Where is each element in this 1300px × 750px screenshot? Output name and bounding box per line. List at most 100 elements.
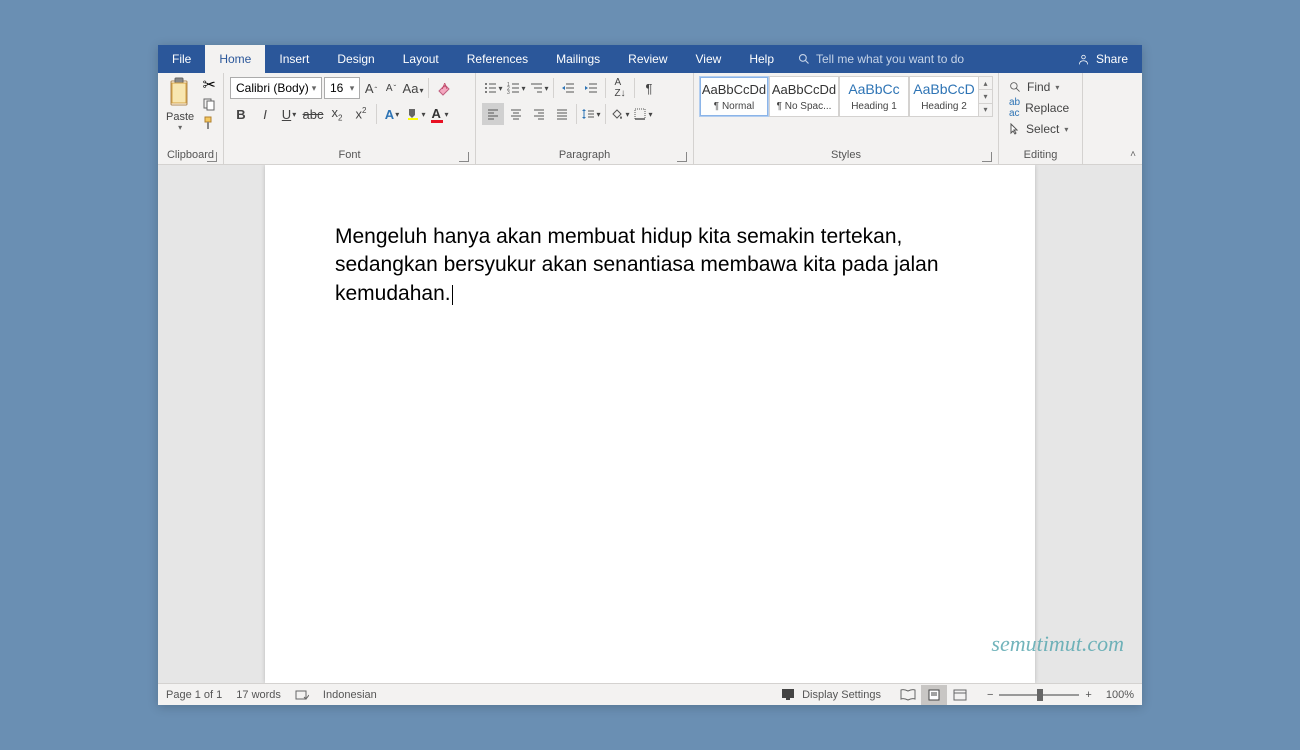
paste-label: Paste [166, 111, 194, 123]
bullets-icon [483, 81, 497, 95]
tab-view[interactable]: View [682, 45, 736, 73]
tab-help[interactable]: Help [735, 45, 788, 73]
grow-font-button[interactable]: Aˆ [362, 77, 380, 99]
style-normal[interactable]: AaBbCcDd¶ Normal [699, 76, 769, 117]
group-font: Calibri (Body)▾ 16▾ Aˆ Aˇ Aa▾ A B I U▾ a… [224, 73, 476, 164]
zoom-level[interactable]: 100% [1106, 689, 1134, 701]
tab-review[interactable]: Review [614, 45, 681, 73]
underline-button[interactable]: U▾ [278, 103, 300, 125]
font-color-button[interactable]: A▾ [429, 103, 451, 125]
copy-icon [202, 97, 216, 111]
multilevel-list-button[interactable]: ▾ [528, 77, 550, 99]
display-icon [781, 688, 797, 702]
align-center-button[interactable] [505, 103, 527, 125]
tab-layout[interactable]: Layout [389, 45, 453, 73]
font-size-combo[interactable]: 16▾ [324, 77, 360, 99]
view-buttons [895, 685, 973, 705]
align-right-button[interactable] [528, 103, 550, 125]
chevron-up-icon[interactable]: ▴ [979, 77, 992, 90]
group-label-font: Font [228, 147, 471, 164]
zoom-in-button[interactable]: + [1085, 689, 1091, 701]
styles-scroll[interactable]: ▴ ▾ ▾ [979, 76, 993, 117]
web-layout-button[interactable] [947, 685, 973, 705]
increase-indent-button[interactable] [580, 77, 602, 99]
styles-gallery[interactable]: AaBbCcDd¶ Normal AaBbCcDd¶ No Spac... Aa… [698, 75, 994, 118]
dialog-launcher-icon[interactable] [207, 152, 217, 162]
underline-icon: U [282, 107, 291, 122]
paste-button[interactable]: Paste ▾ [162, 75, 198, 134]
collapse-ribbon-button[interactable]: ˄ [1130, 149, 1136, 160]
eraser-icon: A [437, 81, 452, 96]
bold-button[interactable]: B [230, 103, 252, 125]
bullets-button[interactable]: ▾ [482, 77, 504, 99]
style-heading1[interactable]: AaBbCcHeading 1 [839, 76, 909, 117]
dialog-launcher-icon[interactable] [677, 152, 687, 162]
italic-button[interactable]: I [254, 103, 276, 125]
numbering-icon: 123 [506, 81, 520, 95]
share-button[interactable]: Share [1063, 45, 1142, 73]
superscript-button[interactable]: x2 [350, 103, 372, 125]
chevron-down-icon: ▾ [309, 83, 319, 94]
tab-references[interactable]: References [453, 45, 542, 73]
subscript-button[interactable]: x2 [326, 103, 348, 125]
ribbon: Paste ▾ ✂ Clipboard Calibri (Body)▾ 16▾ [158, 73, 1142, 165]
status-page[interactable]: Page 1 of 1 [166, 689, 222, 701]
tab-design[interactable]: Design [323, 45, 388, 73]
status-language[interactable]: Indonesian [323, 689, 377, 701]
subscript-icon: x2 [332, 105, 343, 123]
tab-mailings[interactable]: Mailings [542, 45, 614, 73]
group-label-styles: Styles [698, 147, 994, 164]
tab-file[interactable]: File [158, 45, 205, 73]
slider-thumb[interactable] [1037, 689, 1043, 701]
justify-icon [555, 107, 569, 121]
text-effects-button[interactable]: A▾ [381, 103, 403, 125]
style-no-spacing[interactable]: AaBbCcDd¶ No Spac... [769, 76, 839, 117]
show-marks-button[interactable]: ¶ [638, 77, 660, 99]
borders-button[interactable]: ▾ [632, 103, 654, 125]
tell-me-search[interactable]: Tell me what you want to do [788, 45, 974, 73]
clear-formatting-button[interactable]: A [433, 77, 455, 99]
strikethrough-icon: abc [303, 107, 324, 122]
tab-insert[interactable]: Insert [265, 45, 323, 73]
copy-button[interactable] [201, 96, 217, 112]
highlight-button[interactable]: ▾ [405, 103, 427, 125]
status-words[interactable]: 17 words [236, 689, 281, 701]
chevron-down-icon[interactable]: ▾ [979, 90, 992, 103]
document-text[interactable]: Mengeluh hanya akan membuat hidup kita s… [335, 223, 965, 308]
print-layout-button[interactable] [921, 685, 947, 705]
align-left-icon [486, 107, 500, 121]
style-heading2[interactable]: AaBbCcDHeading 2 [909, 76, 979, 117]
tab-home[interactable]: Home [205, 45, 265, 73]
display-settings-button[interactable]: Display Settings [781, 688, 881, 702]
format-painter-button[interactable] [201, 115, 217, 131]
shading-button[interactable]: ▾ [609, 103, 631, 125]
dialog-launcher-icon[interactable] [982, 152, 992, 162]
align-left-button[interactable] [482, 103, 504, 125]
zoom-slider[interactable]: − + [987, 689, 1092, 701]
shrink-font-button[interactable]: Aˇ [382, 77, 400, 99]
zoom-out-button[interactable]: − [987, 689, 993, 701]
document-page[interactable]: Mengeluh hanya akan membuat hidup kita s… [265, 165, 1035, 683]
line-spacing-button[interactable]: ▾ [580, 103, 602, 125]
text-line: Mengeluh hanya akan membuat hidup kita s… [335, 223, 965, 251]
decrease-indent-button[interactable] [557, 77, 579, 99]
select-button[interactable]: Select▾ [1007, 119, 1071, 139]
slider-track[interactable] [999, 694, 1079, 696]
pilcrow-icon: ¶ [646, 81, 653, 96]
read-mode-button[interactable] [895, 685, 921, 705]
cursor-icon [1009, 123, 1021, 135]
dialog-launcher-icon[interactable] [459, 152, 469, 162]
justify-button[interactable] [551, 103, 573, 125]
more-icon[interactable]: ▾ [979, 104, 992, 116]
numbering-button[interactable]: 123▾ [505, 77, 527, 99]
paintbrush-icon [202, 116, 216, 130]
change-case-button[interactable]: Aa▾ [402, 77, 424, 99]
status-proofing[interactable] [295, 688, 309, 702]
font-name-combo[interactable]: Calibri (Body)▾ [230, 77, 322, 99]
cut-button[interactable]: ✂ [201, 77, 217, 93]
find-button[interactable]: Find▾ [1007, 77, 1071, 97]
replace-button[interactable]: abacReplace [1007, 98, 1071, 118]
group-label-clipboard: Clipboard [162, 147, 219, 164]
strikethrough-button[interactable]: abc [302, 103, 324, 125]
sort-button[interactable]: AZ↓ [609, 77, 631, 99]
